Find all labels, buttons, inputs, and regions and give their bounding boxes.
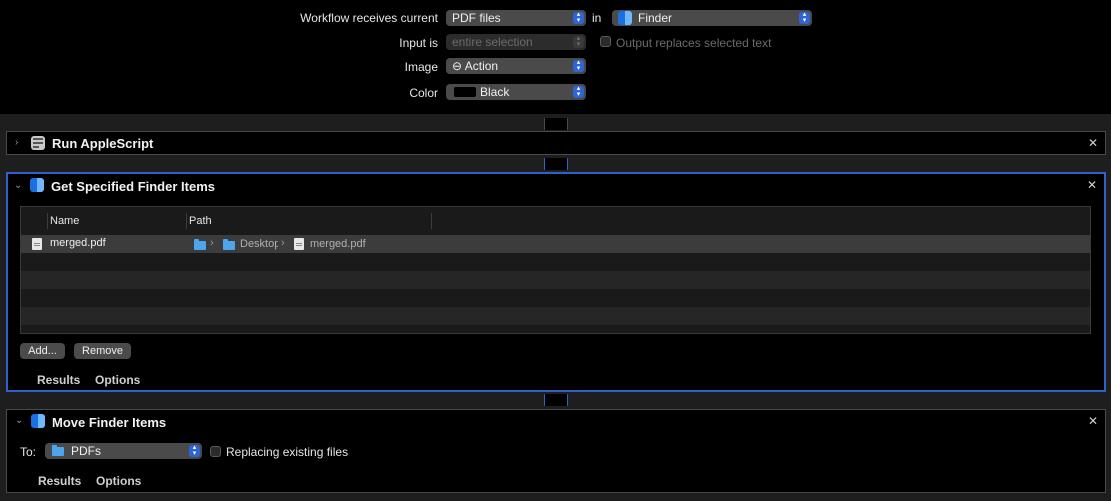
replacing-checkbox[interactable] <box>210 446 221 457</box>
table-row <box>21 271 1090 289</box>
expand-chevron-icon[interactable]: › <box>15 137 18 148</box>
applescript-icon <box>31 136 45 150</box>
image-popup[interactable]: ⊖ Action ▴ ▾ <box>446 58 586 74</box>
workflow-receives-label: Workflow receives current <box>300 11 438 25</box>
destination-value: PDFs <box>71 444 101 458</box>
output-replaces-checkbox <box>600 36 611 47</box>
path-file: merged.pdf <box>310 238 366 250</box>
action-title: Get Specified Finder Items <box>51 179 215 194</box>
image-label: Image <box>404 60 438 74</box>
color-label: Color <box>409 86 438 100</box>
finder-icon <box>618 11 632 25</box>
popup-stepper-icon: ▴ ▾ <box>189 444 200 457</box>
destination-popup[interactable]: PDFs ▴ ▾ <box>45 443 202 459</box>
tab-results[interactable]: Results <box>38 474 81 488</box>
input-type-value: PDF files <box>452 11 501 25</box>
column-divider <box>47 213 48 229</box>
finder-items-table[interactable]: Name Path merged.pdf › Desktop › merged.… <box>20 206 1091 334</box>
tab-options[interactable]: Options <box>96 474 141 488</box>
table-row <box>21 289 1090 307</box>
action-connector <box>544 118 568 130</box>
pdf-document-icon <box>32 238 42 250</box>
popup-stepper-icon: ▴ ▾ <box>573 35 584 48</box>
close-icon[interactable]: ✕ <box>1088 414 1098 428</box>
input-is-popup: entire selection ▴ ▾ <box>446 34 586 50</box>
input-is-label: Input is <box>399 36 438 50</box>
action-run-applescript[interactable]: › Run AppleScript ✕ <box>6 131 1106 155</box>
column-header-path[interactable]: Path <box>189 215 212 227</box>
table-row[interactable]: merged.pdf › Desktop › merged.pdf <box>21 235 1090 253</box>
tab-options[interactable]: Options <box>95 373 140 387</box>
replacing-label: Replacing existing files <box>226 445 349 459</box>
table-row <box>21 325 1090 333</box>
remove-button[interactable]: Remove <box>74 343 131 359</box>
collapse-chevron-icon[interactable]: ⌄ <box>15 415 23 426</box>
workflow-settings-header: Workflow receives current PDF files ▴ ▾ i… <box>0 0 1111 114</box>
table-row <box>21 253 1090 271</box>
column-divider <box>186 213 187 229</box>
application-popup[interactable]: Finder ▴ ▾ <box>612 10 812 26</box>
action-move-finder-items[interactable]: ⌄ Move Finder Items ✕ To: PDFs ▴ ▾ Replac… <box>6 409 1106 493</box>
input-is-value: entire selection <box>452 35 533 49</box>
column-divider <box>431 213 432 229</box>
to-label: To: <box>20 445 37 459</box>
action-title: Run AppleScript <box>52 136 154 151</box>
popup-stepper-icon: ▴ ▾ <box>799 11 810 24</box>
tab-results[interactable]: Results <box>37 373 80 387</box>
finder-icon <box>30 178 44 192</box>
popup-stepper-icon: ▴ ▾ <box>573 59 584 72</box>
collapse-chevron-icon[interactable]: ⌄ <box>14 180 22 191</box>
pdf-document-icon <box>294 238 304 250</box>
image-value: ⊖ Action <box>452 59 499 73</box>
row-name: merged.pdf <box>50 237 106 249</box>
action-connector <box>544 158 568 170</box>
path-folder: Desktop <box>240 238 278 250</box>
add-button[interactable]: Add... <box>20 343 65 359</box>
finder-icon <box>31 414 45 428</box>
close-icon[interactable]: ✕ <box>1087 178 1097 192</box>
input-type-popup[interactable]: PDF files ▴ ▾ <box>446 10 586 26</box>
popup-stepper-icon: ▴ ▾ <box>573 11 584 24</box>
close-icon[interactable]: ✕ <box>1088 136 1098 150</box>
path-separator-icon: › <box>210 237 214 249</box>
application-value: Finder <box>638 11 673 25</box>
color-swatch <box>454 87 476 97</box>
color-value: Black <box>480 85 510 99</box>
folder-icon <box>52 445 64 456</box>
output-replaces-label: Output replaces selected text <box>616 36 772 50</box>
column-header-name[interactable]: Name <box>50 215 79 227</box>
in-label: in <box>592 11 602 25</box>
home-folder-icon <box>194 239 206 250</box>
action-connector <box>544 394 568 406</box>
color-popup[interactable]: Black ▴ ▾ <box>446 84 586 100</box>
table-row <box>21 307 1090 325</box>
path-separator-icon: › <box>281 237 285 249</box>
desktop-folder-icon <box>223 239 235 250</box>
action-title: Move Finder Items <box>52 415 167 430</box>
popup-stepper-icon: ▴ ▾ <box>573 85 584 98</box>
